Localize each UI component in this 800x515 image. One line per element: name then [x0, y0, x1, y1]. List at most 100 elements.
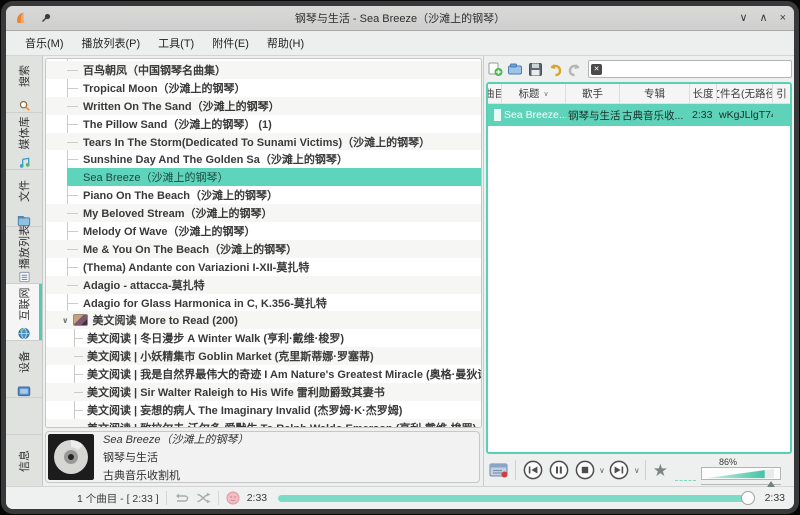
volume-rail[interactable] — [701, 484, 781, 485]
divider — [166, 491, 167, 505]
seek-handle[interactable] — [741, 491, 755, 505]
list-item[interactable]: 美文阅读 | 冬日漫步 A Winter Walk (亨利·戴维·梭罗) — [46, 329, 482, 347]
sidebar-tab-internet[interactable]: 互联网 — [6, 284, 42, 341]
playing-indicator-icon — [494, 109, 501, 121]
tree-parent-item[interactable]: ∨ 美文阅读 More to Read (200) — [46, 311, 482, 329]
search-icon — [18, 100, 31, 112]
cell-length: 2:33 — [690, 109, 717, 121]
sidebar-tabstrip: 搜索 媒体库 文件 — [6, 56, 43, 486]
playlist-filter-input[interactable]: ✕ — [588, 60, 792, 78]
volume-control[interactable]: 86% — [701, 455, 791, 485]
sidebar-tab-library[interactable]: 媒体库 — [6, 113, 42, 170]
new-playlist-button[interactable] — [486, 60, 504, 78]
save-icon — [528, 62, 543, 77]
pause-icon — [548, 459, 570, 481]
list-item[interactable]: Me & You On The Beach（沙滩上的钢琴） — [46, 240, 482, 258]
list-item[interactable]: 美文阅读 | Sir Walter Raleigh to His Wife 雷利… — [46, 383, 482, 401]
list-item[interactable]: Melody Of Wave（沙滩上的钢琴） — [46, 222, 482, 240]
menu-plugins[interactable]: 附件(E) — [203, 31, 258, 55]
menu-music[interactable]: 音乐(M) — [16, 31, 73, 55]
playlists-icon — [18, 271, 31, 283]
menu-tools[interactable]: 工具(T) — [149, 31, 203, 55]
app-window: 钢琴与生活 - Sea Breeze（沙滩上的钢琴） ∨ ∧ × 音乐(M) 播… — [1, 1, 799, 514]
tab-label: 设备 — [16, 351, 32, 373]
column-header-track[interactable]: 曲目 — [488, 84, 502, 103]
previous-icon — [522, 459, 544, 481]
shuffle-icon[interactable] — [196, 492, 211, 504]
now-playing-album: 古典音乐收割机 — [103, 467, 248, 483]
column-header-filename[interactable]: 文件名(无路径) — [717, 84, 773, 103]
tab-label: 互联网 — [16, 288, 32, 321]
album-art — [48, 434, 94, 480]
volume-wedge[interactable] — [701, 467, 781, 480]
favorite-star-icon[interactable]: ★ — [651, 462, 670, 479]
list-item[interactable]: 美文阅读 | 致拉尔夫·沃尔多·爱默生 To Ralph Waldo Emers… — [46, 419, 482, 428]
list-item[interactable]: My Beloved Stream（沙滩上的钢琴） — [46, 204, 482, 222]
menu-playlist[interactable]: 播放列表(P) — [73, 31, 150, 55]
tab-label: 媒体库 — [16, 117, 32, 150]
minimize-button[interactable]: ∨ — [739, 11, 747, 25]
list-item[interactable]: Tears In The Storm(Dedicated To Sunami V… — [46, 133, 482, 151]
list-item[interactable]: 百鸟朝凤（中国钢琴名曲集） — [46, 61, 482, 79]
cell-title: Sea Breeze... — [502, 109, 566, 121]
volume-handle[interactable] — [767, 481, 775, 487]
total-time-label: 2:33 — [765, 492, 785, 504]
list-item[interactable]: 美文阅读 | 小妖精集市 Goblin Market (克里斯蒂娜·罗塞蒂) — [46, 347, 482, 365]
playlist-manager-icon — [489, 462, 509, 479]
menubar: 音乐(M) 播放列表(P) 工具(T) 附件(E) 帮助(H) — [6, 31, 794, 56]
column-header-length[interactable]: 长度 — [690, 84, 717, 103]
library-icon — [18, 157, 31, 169]
next-options-chevron[interactable]: ∨ — [634, 466, 640, 475]
redo-button[interactable] — [566, 60, 584, 78]
list-item[interactable]: Sunshine Day And The Golden Sa（沙滩上的钢琴） — [46, 150, 482, 168]
playlist-manager-button[interactable] — [487, 459, 510, 482]
open-playlist-button[interactable] — [506, 60, 524, 78]
list-item[interactable]: Adagio - attacca-莫扎特 — [46, 276, 482, 294]
stop-options-chevron[interactable]: ∨ — [599, 466, 605, 475]
playlist-toolbar: ✕ — [484, 56, 794, 82]
list-item[interactable]: Piano On The Beach（沙滩上的钢琴） — [46, 186, 482, 204]
now-playing-title: Sea Breeze（沙滩上的钢琴） — [103, 431, 248, 447]
sidebar-tab-files[interactable]: 文件 — [6, 170, 42, 227]
column-header-extra[interactable]: 引 — [773, 84, 790, 103]
list-item[interactable]: 美文阅读 | 妄想的病人 The Imaginary Invalid (杰罗姆·… — [46, 401, 482, 419]
next-button[interactable] — [608, 459, 631, 482]
tab-label: 搜索 — [16, 65, 32, 87]
column-header-album[interactable]: 专辑 — [620, 84, 690, 103]
undo-icon — [547, 62, 563, 77]
undo-button[interactable] — [546, 60, 564, 78]
sort-indicator-icon: ∨ — [543, 90, 548, 98]
seek-slider[interactable] — [278, 495, 753, 502]
list-item[interactable]: The Pillow Sand（沙滩上的钢琴） (1) — [46, 115, 482, 133]
collapse-arrow-icon[interactable]: ∨ — [62, 316, 69, 325]
list-item[interactable]: Written On The Sand（沙滩上的钢琴） — [46, 97, 482, 115]
stop-icon — [574, 459, 596, 481]
list-item-selected[interactable]: Sea Breeze（沙滩上的钢琴） — [46, 168, 482, 186]
sidebar-tab-search[interactable]: 搜索 — [6, 56, 42, 113]
sidebar-tab-info[interactable]: 信息 — [6, 434, 42, 486]
save-playlist-button[interactable] — [526, 60, 544, 78]
clear-filter-icon[interactable]: ✕ — [591, 64, 602, 75]
list-item[interactable]: 美文阅读 | 我是自然界最伟大的奇迹 I Am Nature's Greates… — [46, 365, 482, 383]
menu-help[interactable]: 帮助(H) — [258, 31, 313, 55]
maximize-button[interactable]: ∧ — [760, 11, 768, 25]
record-status-icon[interactable] — [226, 491, 240, 505]
internet-icon — [17, 327, 31, 340]
window-title: 钢琴与生活 - Sea Breeze（沙滩上的钢琴） — [6, 10, 794, 26]
new-playlist-icon — [487, 61, 503, 77]
sidebar-tab-playlists[interactable]: 播放列表 — [6, 227, 42, 284]
tab-label: 文件 — [16, 180, 32, 202]
playlist-row-current[interactable]: Sea Breeze... 钢琴与生活 古典音乐收... 2:33 wKgJLl… — [488, 104, 790, 126]
playback-control-bar: ∨ ∨ ★ 86% — [484, 454, 794, 486]
repeat-icon[interactable] — [174, 492, 189, 504]
list-item[interactable]: Tropical Moon（沙滩上的钢琴） — [46, 79, 482, 97]
sidebar-tab-devices[interactable]: 设备 — [6, 341, 42, 398]
stop-button[interactable] — [573, 459, 596, 482]
previous-button[interactable] — [521, 459, 544, 482]
pause-button[interactable] — [547, 459, 570, 482]
list-item[interactable]: Adagio for Glass Harmonica in C, K.356-莫… — [46, 294, 482, 312]
column-header-title[interactable]: 标题∨ — [502, 84, 566, 103]
list-item[interactable]: (Thema) Andante con Variazioni I-XII-莫扎特 — [46, 258, 482, 276]
column-header-artist[interactable]: 歌手 — [566, 84, 620, 103]
close-button[interactable]: × — [780, 11, 786, 25]
